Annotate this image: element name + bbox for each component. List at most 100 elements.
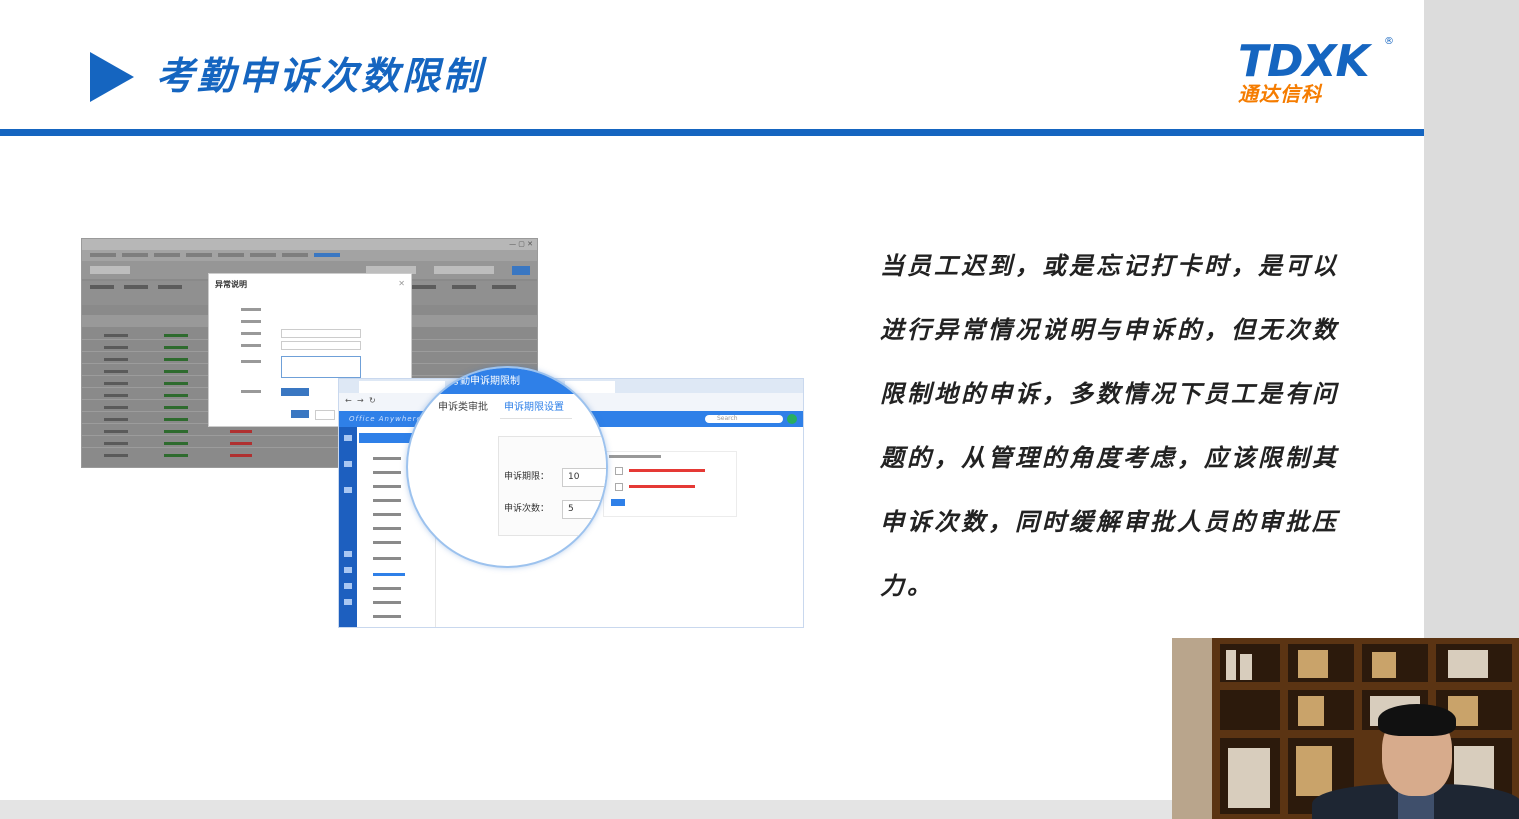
row-status-ok — [164, 358, 188, 361]
side-menu-item — [373, 471, 401, 474]
stat-item — [124, 285, 148, 289]
checkbox — [615, 483, 623, 491]
shield-icon — [344, 599, 352, 605]
app-titlebar — [82, 239, 537, 250]
menu-item — [154, 253, 180, 257]
tab-appeal-approval[interactable]: 申诉类审批 — [438, 402, 488, 414]
stat-item — [412, 285, 436, 289]
stat-item — [158, 285, 182, 289]
stat-item — [492, 285, 516, 289]
play-triangle-icon — [90, 52, 134, 102]
logo-registered-mark: ® — [1384, 36, 1394, 47]
row-date — [104, 346, 128, 349]
plaque — [1296, 746, 1332, 796]
confirm-button — [291, 410, 309, 418]
field-input — [281, 329, 361, 338]
row-date — [104, 406, 128, 409]
user-filter — [434, 266, 494, 274]
save-button — [611, 499, 625, 506]
plaque — [1372, 652, 1396, 678]
side-menu-item — [373, 499, 401, 502]
field-label — [241, 332, 261, 335]
user-icon — [344, 583, 352, 589]
appeal-period-label: 申诉期限： — [504, 472, 550, 482]
field-label — [241, 360, 261, 363]
tab-underline — [500, 418, 572, 419]
slide-description: 当员工迟到，或是忘记打卡时，是可以进行异常情况说明与申诉的，但无次数限制地的申诉… — [880, 252, 1339, 600]
cancel-button — [315, 410, 335, 420]
magnifier-callout: 考勤申诉期限制 申诉类审批 申诉期限设置 申诉期限： 10 申诉次数： 5 — [406, 366, 608, 568]
side-menu-item — [373, 615, 401, 618]
row-date — [104, 382, 128, 385]
reload-icon: ↻ — [369, 396, 376, 405]
row-status-ok — [164, 442, 188, 445]
menu-item — [186, 253, 212, 257]
row-status-ok — [164, 430, 188, 433]
row-status-abnormal — [230, 430, 252, 433]
row-date — [104, 430, 128, 433]
plaque — [1298, 650, 1328, 678]
field-input — [281, 341, 361, 350]
side-menu-item — [373, 557, 401, 560]
settings-panel — [603, 451, 737, 517]
plaque — [1298, 696, 1324, 726]
row-status-ok — [164, 346, 188, 349]
appeal-count-value: 5 — [568, 504, 574, 514]
close-icon: ✕ — [398, 279, 405, 288]
side-menu-item — [373, 513, 401, 516]
forward-icon: → — [357, 396, 364, 405]
book — [1228, 748, 1270, 808]
row-status-abnormal — [230, 454, 252, 457]
row-status-ok — [164, 394, 188, 397]
header-rule — [0, 129, 1424, 136]
row-status-abnormal — [230, 442, 252, 445]
window-buttons: — ▢ ✕ — [509, 240, 533, 248]
field-label — [241, 308, 261, 311]
appeal-period-value: 10 — [568, 472, 580, 482]
back-icon: ← — [345, 396, 352, 405]
side-menu-item — [373, 457, 401, 460]
shelf-cell — [1220, 690, 1280, 730]
row-date — [104, 370, 128, 373]
company-logo: TDXK ® 通达信科 — [1236, 36, 1396, 108]
tab-appeal-limit-settings[interactable]: 申诉期限设置 — [504, 402, 564, 414]
date-filter — [90, 266, 130, 274]
webcam-wall — [1172, 638, 1212, 819]
menu-item — [282, 253, 308, 257]
search-placeholder: Search — [717, 415, 738, 422]
menu-item — [90, 253, 116, 257]
row-date — [104, 394, 128, 397]
logo-chinese-name: 通达信科 — [1238, 82, 1322, 106]
upload-button — [281, 388, 309, 396]
checkbox — [615, 467, 623, 475]
menu-item — [250, 253, 276, 257]
query-button — [512, 266, 530, 275]
row-date — [104, 442, 128, 445]
menu-item-active — [314, 253, 340, 257]
stat-item — [452, 285, 476, 289]
side-menu-item-selected — [373, 573, 405, 576]
row-status-ok — [164, 370, 188, 373]
row-date — [104, 358, 128, 361]
side-menu-item — [373, 587, 401, 590]
menu-item — [122, 253, 148, 257]
modal-title: 异常说明 — [215, 280, 247, 289]
side-menu-item — [373, 485, 401, 488]
field-label — [241, 390, 261, 393]
grid-icon — [344, 435, 352, 441]
side-menu-item — [373, 541, 401, 544]
book — [1240, 654, 1252, 680]
zoom-header-title: 考勤申诉期限制 — [450, 376, 520, 387]
stat-item — [90, 285, 114, 289]
field-label — [241, 320, 261, 323]
row-status-ok — [164, 418, 188, 421]
warning-text — [629, 469, 705, 472]
row-status-ok — [164, 406, 188, 409]
warning-text — [629, 485, 695, 488]
appeal-count-label: 申诉次数： — [504, 504, 550, 514]
side-menu-item — [373, 601, 401, 604]
side-menu-item — [373, 527, 401, 530]
row-date — [104, 454, 128, 457]
row-status-ok — [164, 454, 188, 457]
bell-icon — [344, 551, 352, 557]
